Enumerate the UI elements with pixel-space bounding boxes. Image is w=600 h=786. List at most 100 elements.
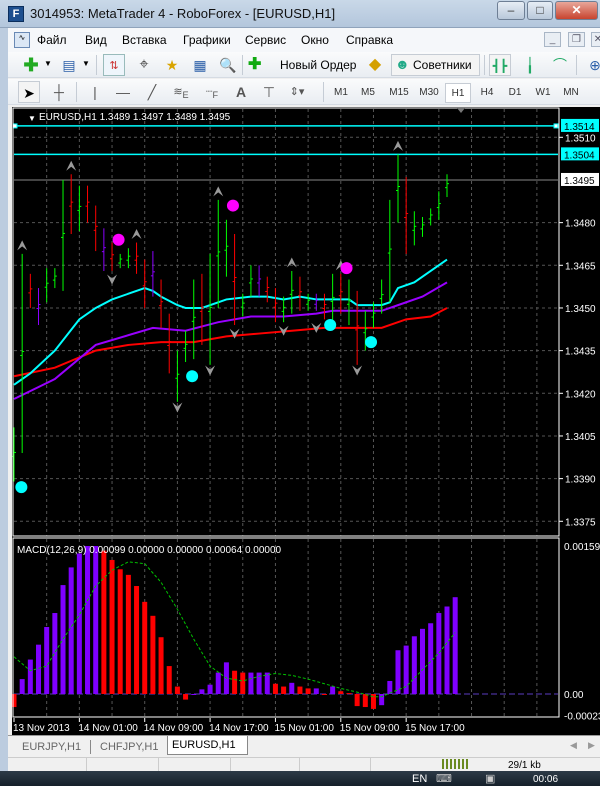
chart-window[interactable]: ▼ EURUSD,H1 1.3489 1.3497 1.3489 1.3495 … <box>11 107 600 735</box>
buy-signal-dot <box>15 481 28 494</box>
network-icon[interactable]: ▣ <box>485 772 495 785</box>
timeframe-m15[interactable]: M15 <box>384 83 414 103</box>
zoom-in-icon[interactable]: ⊕ <box>584 54 600 76</box>
down-arrow-signal <box>229 328 240 339</box>
tab-scroll-right-icon[interactable]: ▶ <box>588 740 595 751</box>
macd-histogram-bar <box>354 694 360 707</box>
expert-advisors-button[interactable]: ☻ Советники <box>391 54 480 76</box>
tab-chfjpy-h1[interactable]: CHFJPY,H1 <box>96 738 162 757</box>
price-tag-label: 1.3504 <box>564 150 595 161</box>
menu-file[interactable]: Файл <box>37 33 67 47</box>
macd-histogram-bar <box>166 666 172 694</box>
minimize-button[interactable]: – <box>497 1 525 20</box>
close-button[interactable]: ✕ <box>555 1 598 20</box>
mdi-restore-button[interactable]: ❐ <box>568 32 585 47</box>
macd-histogram-bar <box>272 683 278 694</box>
tab-scroll-left-icon[interactable]: ◀ <box>570 740 577 751</box>
maximize-button[interactable]: □ <box>527 1 553 20</box>
buy-signal-dot <box>186 370 199 383</box>
warning-icon[interactable]: ◆ <box>364 54 386 76</box>
tab-eurusd-h1[interactable]: EURUSD,H1 <box>167 736 248 755</box>
timeframe-d1[interactable]: D1 <box>502 83 528 103</box>
menu-window[interactable]: Окно <box>301 33 329 47</box>
strategy-tester-icon[interactable]: 🔍 <box>217 54 239 76</box>
vertical-line-icon[interactable]: | <box>84 81 106 103</box>
equidistant-channel-icon[interactable]: ≋E <box>170 81 192 103</box>
macd-histogram-bar <box>44 626 50 694</box>
macd-histogram-bar <box>379 694 385 706</box>
language-indicator[interactable]: EN <box>412 773 427 785</box>
macd-histogram-bar <box>150 615 156 694</box>
profiles-icon[interactable]: ▤ <box>58 54 80 76</box>
date-label: 15 Nov 17:00 <box>405 723 465 734</box>
macd-histogram-bar <box>281 686 287 694</box>
mdi-minimize-button[interactable]: _ <box>544 32 561 47</box>
menu-bar: ∿ Файл Вид Вставка Графики Сервис Окно С… <box>8 28 600 52</box>
timeframe-h1[interactable]: H1 <box>445 83 471 103</box>
timeframe-w1[interactable]: W1 <box>530 83 556 103</box>
macd-histogram-bar <box>411 636 417 694</box>
separator <box>484 55 485 75</box>
text-label-icon[interactable]: ⊤ <box>258 81 280 103</box>
menu-view[interactable]: Вид <box>85 33 107 47</box>
down-arrow-signal <box>352 365 363 376</box>
timeframe-mn[interactable]: MN <box>558 83 584 103</box>
fibonacci-icon[interactable]: ┈F <box>201 81 223 103</box>
bar-chart-icon[interactable]: ┫┣ <box>489 54 511 76</box>
terminal-icon[interactable]: ▦ <box>189 54 211 76</box>
new-order-icon: ✚ <box>248 56 262 73</box>
chevron-down-icon[interactable]: ▼ <box>44 59 52 68</box>
new-chart-icon[interactable]: ✚ <box>20 54 42 76</box>
timeframe-h4[interactable]: H4 <box>474 83 500 103</box>
macd-histogram-bar <box>330 686 336 694</box>
macd-histogram-bar <box>215 672 221 694</box>
price-label: 1.3390 <box>565 475 596 486</box>
chart-shift-marker-icon <box>457 108 465 113</box>
trendline-icon[interactable]: ╱ <box>141 81 163 103</box>
chart-menu-triangle-icon[interactable]: ▼ <box>28 114 36 123</box>
crosshair-target-icon[interactable]: ⌖ <box>133 54 155 76</box>
status-divider <box>370 758 371 772</box>
sell-signal-dot <box>112 233 125 246</box>
menu-insert[interactable]: Вставка <box>122 33 167 47</box>
price-chart[interactable]: ▼ EURUSD,H1 1.3489 1.3497 1.3489 1.3495 … <box>11 107 600 735</box>
line-chart-icon[interactable]: ⌒ <box>549 54 571 76</box>
menu-tools[interactable]: Сервис <box>245 33 286 47</box>
market-watch-icon[interactable]: ⇅ <box>103 54 125 76</box>
tab-divider <box>90 740 91 754</box>
timeframe-m5[interactable]: M5 <box>355 83 381 103</box>
macd-histogram-bar <box>232 670 238 694</box>
cursor-icon[interactable]: ➤ <box>18 81 40 103</box>
horizontal-line-icon[interactable]: — <box>112 81 134 103</box>
macd-histogram-bar <box>444 606 450 694</box>
menu-help[interactable]: Справка <box>346 33 393 47</box>
connection-bars-icon <box>442 759 468 769</box>
macd-histogram-bar <box>362 694 368 708</box>
menu-charts[interactable]: Графики <box>183 33 231 47</box>
up-arrow-signal <box>286 257 297 268</box>
candlestick-icon[interactable]: ╽ <box>519 54 541 76</box>
navigator-folder-star-icon[interactable]: ★ <box>161 54 183 76</box>
keyboard-icon[interactable]: ⌨ <box>436 772 452 785</box>
macd-histogram-bar <box>305 688 311 694</box>
text-tool-icon[interactable]: A <box>230 81 252 103</box>
mdi-close-button[interactable]: ✕ <box>591 32 600 47</box>
date-label: 15 Nov 09:00 <box>340 723 400 734</box>
macd-histogram-bar <box>109 559 115 694</box>
macd-histogram-bar <box>199 689 205 694</box>
timeframe-m30[interactable]: M30 <box>414 83 444 103</box>
macd-scale-label: 0.00159 <box>564 542 600 553</box>
macd-histogram-bar <box>117 569 123 694</box>
status-divider <box>299 758 300 772</box>
tab-eurjpy-h1[interactable]: EURJPY,H1 <box>18 738 85 757</box>
separator <box>576 55 577 75</box>
macd-histogram-bar <box>207 684 213 694</box>
crosshair-icon[interactable]: ┼ <box>48 81 70 103</box>
up-arrow-signal <box>66 160 77 171</box>
arrows-icon[interactable]: ⇕▾ <box>286 81 308 103</box>
macd-histogram-bar <box>240 672 246 694</box>
chevron-down-icon[interactable]: ▼ <box>82 59 90 68</box>
price-label: 1.3375 <box>565 517 596 528</box>
timeframe-m1[interactable]: M1 <box>328 83 354 103</box>
date-label: 13 Nov 2013 <box>13 723 70 734</box>
